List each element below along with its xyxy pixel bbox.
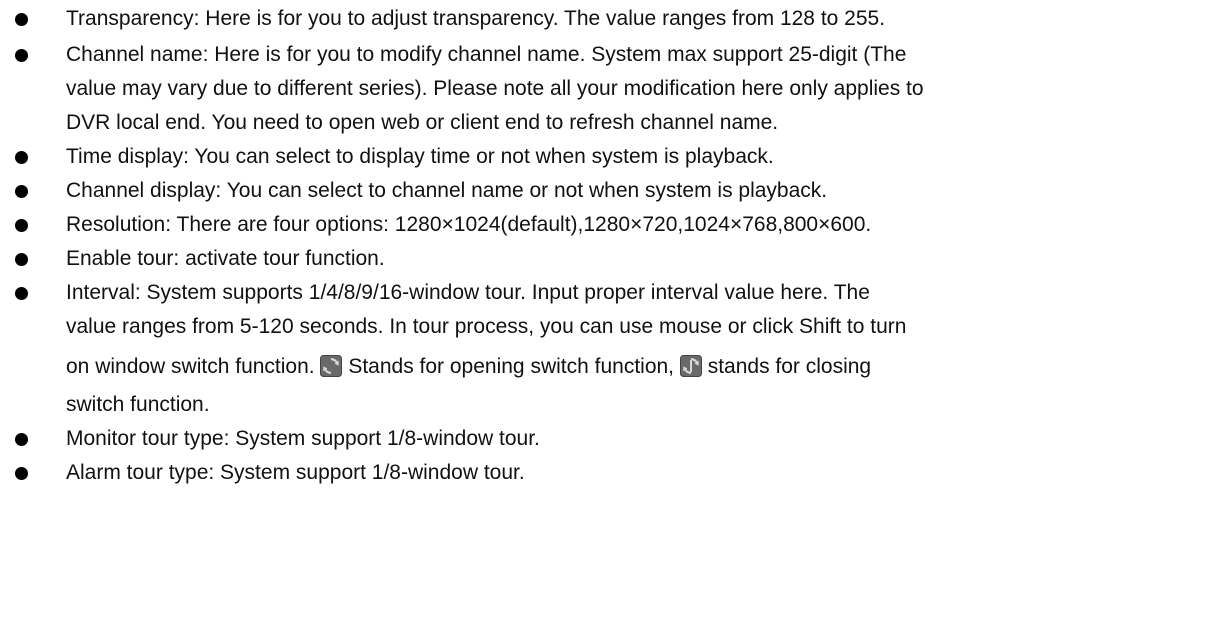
bullet-icon — [15, 253, 28, 266]
bullet-icon — [15, 467, 28, 480]
item-text: Monitor tour type: System support 1/8-wi… — [66, 427, 540, 450]
item-text: Channel display: You can select to chann… — [66, 179, 828, 202]
bullet-icon — [15, 433, 28, 446]
item-text: Time display: You can select to display … — [66, 145, 774, 168]
list-item: Time display: You can select to display … — [0, 142, 1223, 172]
item-text: Alarm tour type: System support 1/8-wind… — [66, 461, 525, 484]
bullet-icon — [15, 185, 28, 198]
document-body: Transparency: Here is for you to adjust … — [0, 0, 1223, 488]
switch-close-icon — [679, 355, 702, 377]
list-item: Resolution: There are four options: 1280… — [0, 210, 1223, 240]
item-text: Enable tour: activate tour function. — [66, 247, 385, 270]
list-item: Monitor tour type: System support 1/8-wi… — [0, 424, 1223, 454]
item-text: switch function. — [66, 393, 210, 416]
list-item: Transparency: Here is for you to adjust … — [0, 4, 1223, 34]
item-text-with-icons: on window switch function. Stands for op… — [66, 344, 1215, 390]
item-text: Interval: System supports 1/4/8/9/16-win… — [66, 281, 870, 304]
list-item: Channel display: You can select to chann… — [0, 176, 1223, 206]
list-item: Interval: System supports 1/4/8/9/16-win… — [0, 278, 1223, 420]
item-text: Resolution: There are four options: 1280… — [66, 213, 872, 236]
item-text: Stands for opening switch function, — [342, 355, 675, 378]
item-text: value ranges from 5-120 seconds. In tour… — [66, 315, 907, 338]
item-text: stands for closing — [701, 355, 872, 378]
item-text: Transparency: Here is for you to adjust … — [66, 7, 886, 30]
bullet-icon — [15, 49, 28, 62]
item-text: on window switch function. — [66, 355, 315, 378]
list-item: Channel name: Here is for you to modify … — [0, 40, 1223, 138]
item-text: value may vary due to different series).… — [66, 77, 924, 100]
bullet-icon — [15, 287, 28, 300]
list-item: Enable tour: activate tour function. — [0, 244, 1223, 274]
bullet-icon — [15, 219, 28, 232]
bullet-icon — [15, 13, 28, 26]
switch-open-icon — [320, 355, 343, 377]
bullet-icon — [15, 151, 28, 164]
item-text: Channel name: Here is for you to modify … — [66, 43, 907, 66]
list-item: Alarm tour type: System support 1/8-wind… — [0, 458, 1223, 488]
item-text: DVR local end. You need to open web or c… — [66, 111, 779, 134]
